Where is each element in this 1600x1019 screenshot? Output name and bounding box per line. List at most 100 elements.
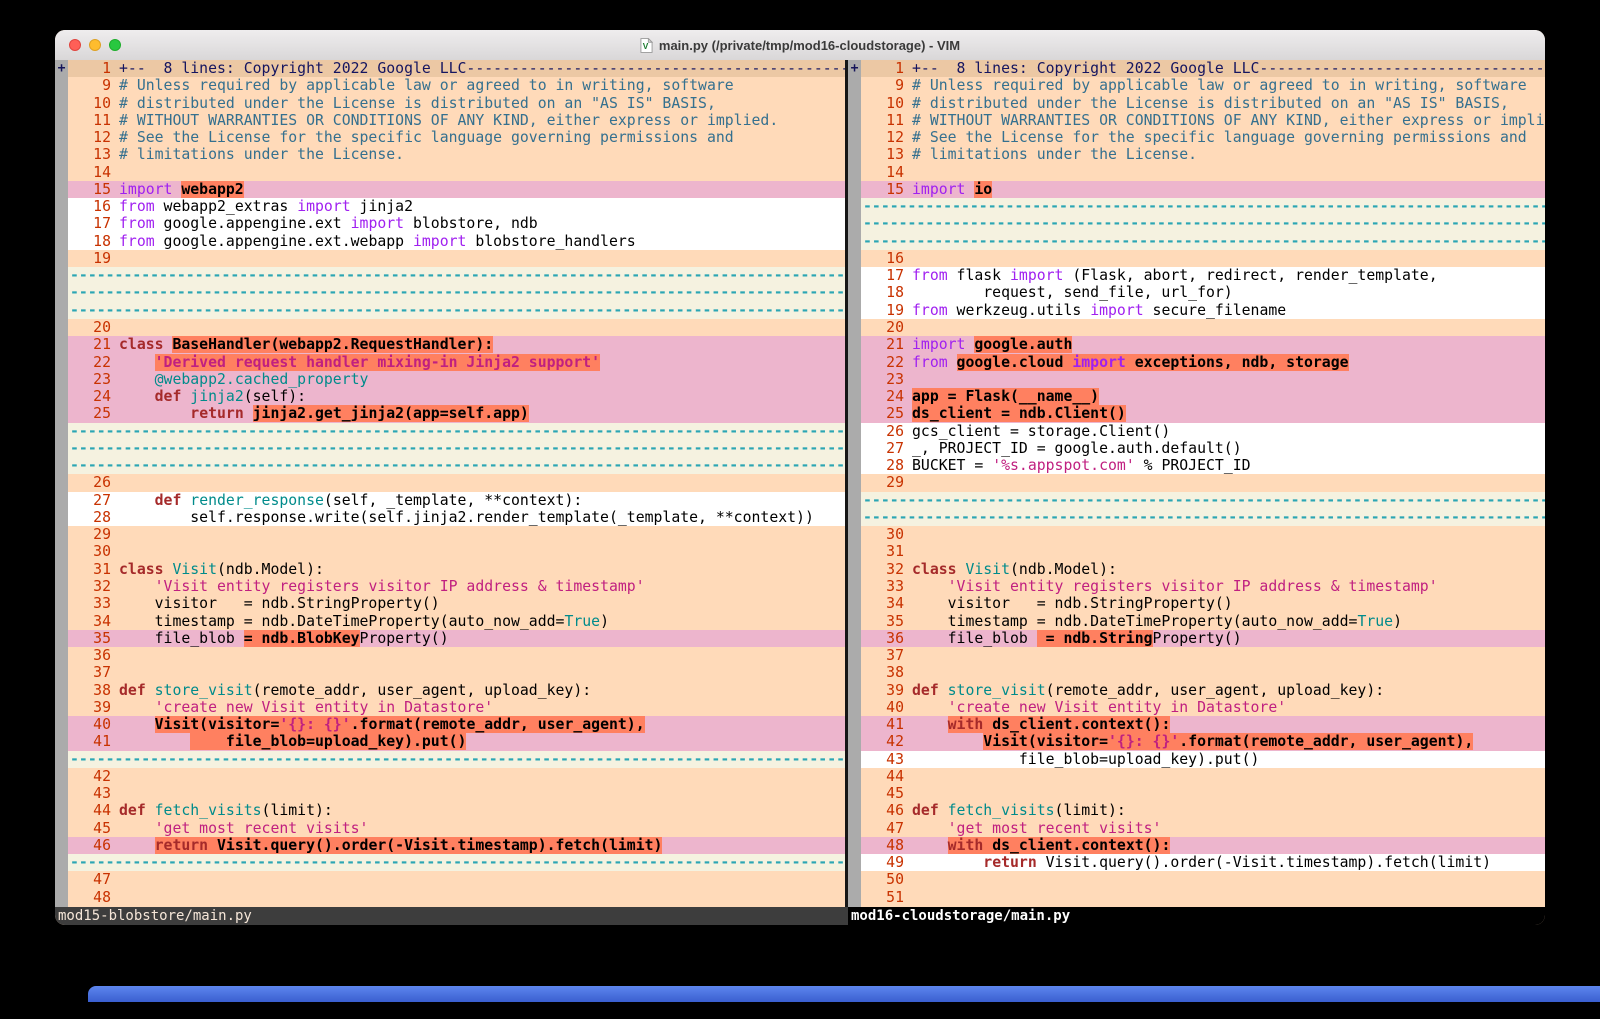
code-line[interactable]: 11# WITHOUT WARRANTIES OR CONDITIONS OF … [861, 112, 1545, 129]
diff-filler-line[interactable]: ----------------------------------------… [861, 198, 1545, 215]
code-line[interactable]: 10# distributed under the License is dis… [861, 95, 1545, 112]
code-line[interactable]: 24 def jinja2(self): [68, 388, 845, 405]
code-line[interactable]: 41 with ds_client.context(): [861, 716, 1545, 733]
code-line[interactable]: 16from webapp2_extras import jinja2 [68, 198, 845, 215]
code-line[interactable]: 36 file_blob = ndb.StringProperty() [861, 630, 1545, 647]
code-line[interactable]: 46def fetch_visits(limit): [861, 802, 1545, 819]
code-line[interactable]: 48 with ds_client.context(): [861, 837, 1545, 854]
code-line[interactable]: 31 [861, 543, 1545, 560]
code-line[interactable]: 47 'get most recent visits' [861, 820, 1545, 837]
code-line[interactable]: 29 [861, 474, 1545, 491]
code-line[interactable]: 21import google.auth [861, 336, 1545, 353]
code-line[interactable]: 23 @webapp2.cached_property [68, 371, 845, 388]
close-button[interactable] [69, 39, 81, 51]
diff-filler-line[interactable]: ----------------------------------------… [68, 423, 845, 440]
code-line[interactable]: 33 'Visit entity registers visitor IP ad… [861, 578, 1545, 595]
code-line[interactable]: 19 [68, 250, 845, 267]
code-line[interactable]: 37 [861, 647, 1545, 664]
code-line[interactable]: 42 Visit(visitor='{}: {}'.format(remote_… [861, 733, 1545, 750]
code-line[interactable]: 31class Visit(ndb.Model): [68, 561, 845, 578]
diff-filler-line[interactable]: ----------------------------------------… [861, 215, 1545, 232]
code-line[interactable]: 35 file_blob = ndb.BlobKeyProperty() [68, 630, 845, 647]
code-line[interactable]: 43 file_blob=upload_key).put() [861, 751, 1545, 768]
code-line[interactable]: 12# See the License for the specific lan… [861, 129, 1545, 146]
code-line[interactable]: 17from google.appengine.ext import blobs… [68, 215, 845, 232]
code-line[interactable]: 9# Unless required by applicable law or … [861, 77, 1545, 94]
code-line[interactable]: 37 [68, 664, 845, 681]
code-line[interactable]: 48 [68, 889, 845, 906]
code-line[interactable]: 27 def render_response(self, _template, … [68, 492, 845, 509]
code-line[interactable]: 19from werkzeug.utils import secure_file… [861, 302, 1545, 319]
code-line[interactable]: 44 [861, 768, 1545, 785]
code-line[interactable]: 34 timestamp = ndb.DateTimeProperty(auto… [68, 613, 845, 630]
code-line[interactable]: 23 [861, 371, 1545, 388]
diff-filler-line[interactable]: ----------------------------------------… [68, 457, 845, 474]
code-line[interactable]: 11# WITHOUT WARRANTIES OR CONDITIONS OF … [68, 112, 845, 129]
code-line[interactable]: 10# distributed under the License is dis… [68, 95, 845, 112]
code-line[interactable]: 35 timestamp = ndb.DateTimeProperty(auto… [861, 613, 1545, 630]
code-line[interactable]: 22from google.cloud import exceptions, n… [861, 354, 1545, 371]
code-line[interactable]: 39 'create new Visit entity in Datastore… [68, 699, 845, 716]
code-line[interactable]: 14 [68, 164, 845, 181]
code-line[interactable]: 24app = Flask(__name__) [861, 388, 1545, 405]
fold-plus-icon[interactable]: + [55, 60, 68, 77]
code-line[interactable]: 21class BaseHandler(webapp2.RequestHandl… [68, 336, 845, 353]
code-line[interactable]: 33 visitor = ndb.StringProperty() [68, 595, 845, 612]
status-line-inactive[interactable]: mod15-blobstore/main.py [55, 907, 848, 925]
code-line[interactable]: 44def fetch_visits(limit): [68, 802, 845, 819]
code-line[interactable]: 30 [68, 543, 845, 560]
code-line[interactable]: 14 [861, 164, 1545, 181]
code-line[interactable]: 9# Unless required by applicable law or … [68, 77, 845, 94]
code-line[interactable]: 26gcs_client = storage.Client() [861, 423, 1545, 440]
code-line[interactable]: 27_, PROJECT_ID = google.auth.default() [861, 440, 1545, 457]
diff-filler-line[interactable]: ----------------------------------------… [68, 302, 845, 319]
code-line[interactable]: 38 [861, 664, 1545, 681]
code-line[interactable]: 18 request, send_file, url_for) [861, 284, 1545, 301]
minimize-button[interactable] [89, 39, 101, 51]
fold-plus-icon[interactable]: + [848, 60, 861, 77]
diff-filler-line[interactable]: ----------------------------------------… [861, 492, 1545, 509]
code-line[interactable]: 25 return jinja2.get_jinja2(app=self.app… [68, 405, 845, 422]
diff-filler-line[interactable]: ----------------------------------------… [861, 509, 1545, 526]
code-line[interactable]: 39def store_visit(remote_addr, user_agen… [861, 682, 1545, 699]
fold-column-left[interactable]: + [55, 60, 68, 907]
code-line[interactable]: 32 'Visit entity registers visitor IP ad… [68, 578, 845, 595]
status-line-active[interactable]: mod16-cloudstorage/main.py [848, 907, 1545, 925]
code-line[interactable]: 12# See the License for the specific lan… [68, 129, 845, 146]
code-line[interactable]: 15import io [861, 181, 1545, 198]
code-line[interactable]: 28BUCKET = '%s.appspot.com' % PROJECT_ID [861, 457, 1545, 474]
fold-column-right[interactable]: + [848, 60, 861, 907]
code-line[interactable]: 42 [68, 768, 845, 785]
code-line[interactable]: 13# limitations under the License. [861, 146, 1545, 163]
diff-filler-line[interactable]: ----------------------------------------… [68, 284, 845, 301]
code-line[interactable]: 40 Visit(visitor='{}: {}'.format(remote_… [68, 716, 845, 733]
code-line[interactable]: 28 self.response.write(self.jinja2.rende… [68, 509, 845, 526]
code-line[interactable]: 30 [861, 526, 1545, 543]
code-line[interactable]: 41 file_blob=upload_key).put() [68, 733, 845, 750]
zoom-button[interactable] [109, 39, 121, 51]
code-line[interactable]: 15import webapp2 [68, 181, 845, 198]
code-line[interactable]: 32class Visit(ndb.Model): [861, 561, 1545, 578]
diff-filler-line[interactable]: ----------------------------------------… [68, 751, 845, 768]
code-line[interactable]: 49 return Visit.query().order(-Visit.tim… [861, 854, 1545, 871]
diff-filler-line[interactable]: ----------------------------------------… [68, 854, 845, 871]
code-line[interactable]: 1+-- 8 lines: Copyright 2022 Google LLC-… [861, 60, 1545, 77]
titlebar[interactable]: V main.py (/private/tmp/mod16-cloudstora… [55, 30, 1545, 61]
code-line[interactable]: 1+-- 8 lines: Copyright 2022 Google LLC-… [68, 60, 845, 77]
code-line[interactable]: 51 [861, 889, 1545, 906]
code-line[interactable]: 17from flask import (Flask, abort, redir… [861, 267, 1545, 284]
code-line[interactable]: 18from google.appengine.ext.webapp impor… [68, 233, 845, 250]
diff-filler-line[interactable]: ----------------------------------------… [68, 267, 845, 284]
code-line[interactable]: 20 [68, 319, 845, 336]
code-line[interactable]: 34 visitor = ndb.StringProperty() [861, 595, 1545, 612]
diff-filler-line[interactable]: ----------------------------------------… [861, 233, 1545, 250]
code-line[interactable]: 29 [68, 526, 845, 543]
code-line[interactable]: 13# limitations under the License. [68, 146, 845, 163]
code-line[interactable]: 46 return Visit.query().order(-Visit.tim… [68, 837, 845, 854]
code-line[interactable]: 47 [68, 871, 845, 888]
code-line[interactable]: 16 [861, 250, 1545, 267]
diff-filler-line[interactable]: ----------------------------------------… [68, 440, 845, 457]
code-line[interactable]: 50 [861, 871, 1545, 888]
code-line[interactable]: 45 [861, 785, 1545, 802]
code-line[interactable]: 26 [68, 474, 845, 491]
